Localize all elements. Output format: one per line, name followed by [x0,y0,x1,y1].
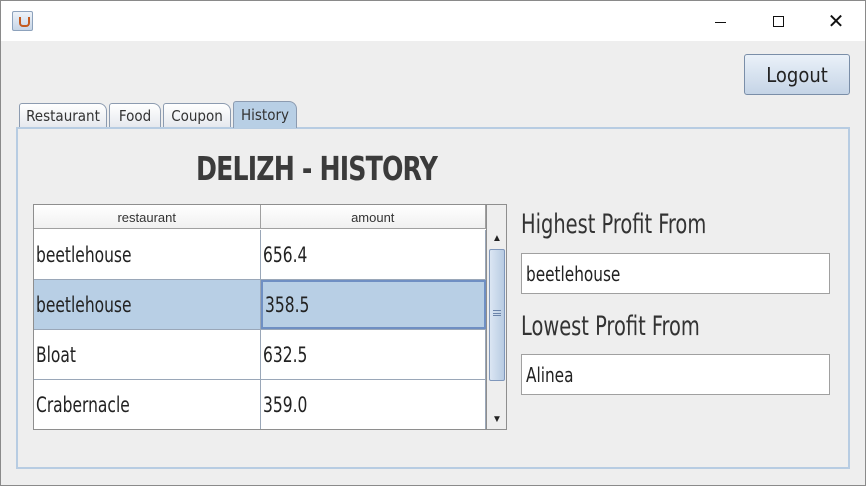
maximize-icon [772,15,784,27]
tab-food[interactable]: Food [109,103,161,127]
table-row[interactable]: beetlehouse 656.4 [34,230,486,280]
table-row[interactable]: Bloat 632.5 [34,330,486,380]
table-cell-restaurant[interactable]: beetlehouse [34,230,261,279]
tab-history[interactable]: History [233,101,297,128]
scroll-up-arrow-icon[interactable]: ▲ [488,229,506,247]
table-scrollbar[interactable]: ▲ ▼ [487,204,507,430]
java-app-icon [12,11,33,31]
tab-coupon[interactable]: Coupon [163,103,231,127]
lowest-profit-label: Lowest Profit From [521,311,700,342]
column-header-restaurant[interactable]: restaurant [34,205,261,229]
table-cell-restaurant[interactable]: Crabernacle [34,380,261,429]
highest-profit-field[interactable]: beetlehouse [521,253,830,294]
history-table: restaurant amount beetlehouse 656.4 beet… [33,204,487,430]
scroll-down-arrow-icon[interactable]: ▼ [488,410,506,428]
table-cell-amount[interactable]: 656.4 [261,230,486,279]
table-header: restaurant amount [34,205,486,229]
close-icon: ✕ [827,9,845,33]
table-row[interactable]: Crabernacle 359.0 [34,380,486,429]
table-row[interactable]: beetlehouse 358.5 [34,280,486,330]
minimize-button[interactable] [691,1,749,41]
table-cell-amount[interactable]: 359.0 [261,380,486,429]
minimize-icon [714,21,726,23]
page-title: DELIZH - HISTORY [196,149,438,188]
table-cell-restaurant[interactable]: beetlehouse [34,280,261,329]
table-cell-amount[interactable]: 358.5 [260,280,486,329]
logout-button[interactable]: Logout [744,54,850,95]
lowest-profit-field[interactable]: Alinea [521,354,830,395]
close-button[interactable]: ✕ [807,1,865,41]
app-window: ✕ Logout Restaurant Food Coupon History … [0,0,866,486]
highest-profit-label: Highest Profit From [521,209,707,240]
history-panel: DELIZH - HISTORY restaurant amount beetl… [16,127,850,469]
column-header-amount[interactable]: amount [261,205,486,229]
grip-icon [493,310,501,316]
title-bar[interactable]: ✕ [1,1,865,41]
maximize-button[interactable] [749,1,807,41]
scrollbar-thumb[interactable] [489,249,505,381]
table-cell-restaurant[interactable]: Bloat [34,330,261,379]
tab-restaurant[interactable]: Restaurant [19,103,107,127]
table-cell-amount[interactable]: 632.5 [261,330,486,379]
